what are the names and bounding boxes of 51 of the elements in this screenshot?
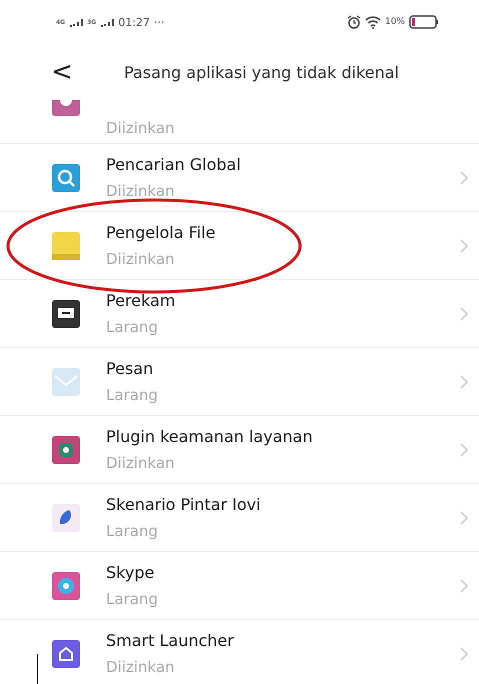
permission-status: Larang [106,590,159,608]
alarm-icon [346,15,361,29]
app-row[interactable]: Pengelola File Diizinkan [0,212,479,280]
permission-status: Larang [106,318,159,336]
back-button[interactable]: < [50,57,74,87]
battery-icon [409,15,439,29]
app-name: Plugin keamanan layanan [106,427,314,446]
app-row[interactable]: Skenario Pintar Iovi Larang [0,484,479,552]
permission-status: Diizinkan [106,119,176,137]
chevron-icon [459,646,469,662]
app-name: Skype [106,563,156,582]
chevron-icon [459,442,469,458]
signal-icon [69,18,84,26]
text-cursor [37,654,38,684]
chevron-icon [459,170,469,186]
app-row[interactable]: Perekam Larang [0,280,479,348]
folder-icon [52,232,80,260]
app-name: Smart Launcher [106,631,235,650]
chevron-icon [459,510,469,526]
permission-status: Diizinkan [106,182,176,200]
leaf-icon [52,504,80,532]
permission-status: Diizinkan [106,454,176,472]
recorder-icon [52,300,80,328]
chevron-icon [459,238,469,254]
chevron-icon [459,306,469,322]
permission-status: Diizinkan [106,250,176,268]
app-row[interactable]: Pesan Larang [0,348,479,416]
app-name: Perekam [106,291,176,310]
page-title: Pasang aplikasi yang tidak dikenal [124,62,399,82]
wifi-icon [364,16,381,28]
chevron-icon [459,374,469,390]
search-icon [52,164,80,192]
shield-icon [52,436,80,464]
app-name: Pencarian Global [106,155,242,174]
permission-status: Larang [106,522,159,540]
signal-icon [100,18,114,26]
permission-status: Larang [106,386,159,404]
more-notifications: ··· [154,16,164,28]
clock-time: 01:27 [118,16,150,28]
permission-status: Diizinkan [106,658,176,676]
battery-percent: 10% [384,17,405,27]
home-icon [52,640,80,668]
app-row[interactable]: Skype Larang [0,552,479,620]
app-row[interactable]: Plugin keamanan layanan Diizinkan [0,416,479,484]
app-name: Skenario Pintar Iovi [106,495,262,514]
app-row[interactable]: Pencarian Global Diizinkan [0,144,479,212]
app-row[interactable]: Smart Launcher Diizinkan [0,620,479,684]
chevron-icon [459,578,469,594]
app-name: Pengelola File [106,223,216,242]
envelope-icon [52,368,80,396]
app-name: Pesan [106,359,154,378]
